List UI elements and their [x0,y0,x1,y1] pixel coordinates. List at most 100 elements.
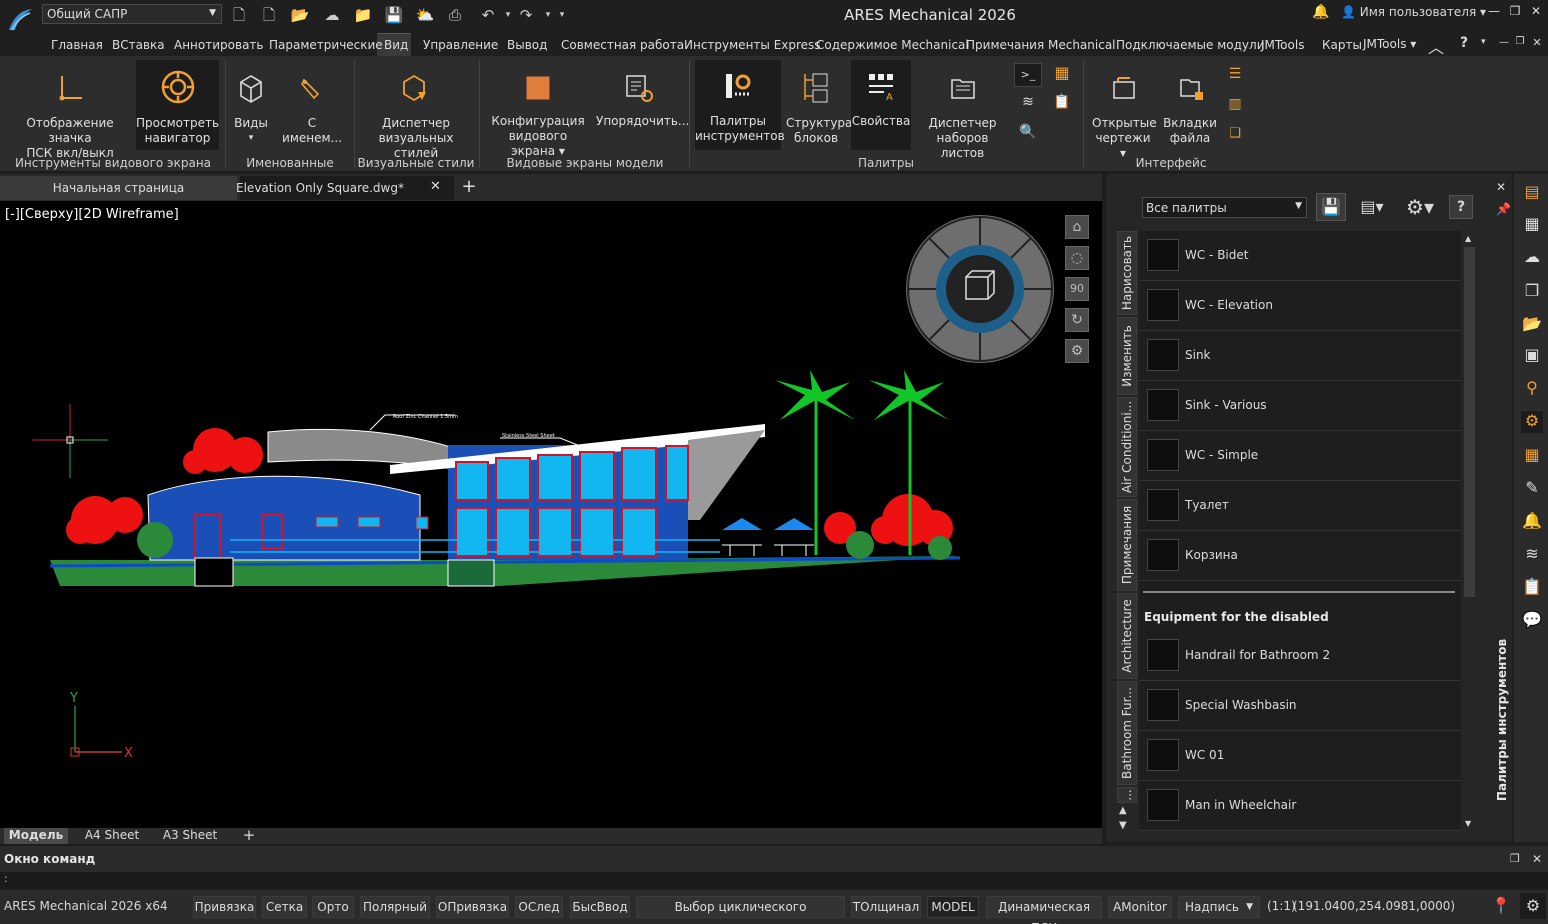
palette-filter-select[interactable]: Все палитры ▼ [1142,197,1307,218]
open-cloud-icon[interactable]: ☁ [322,5,342,25]
orbit-icon[interactable]: ◌ [1065,246,1089,270]
tab-home[interactable]: Главная [51,38,103,52]
palette-item[interactable]: WC - Bidet [1139,231,1461,281]
tab-manage[interactable]: Управление [423,38,498,52]
workspace-select[interactable]: Общий САПР ▼ [42,4,222,24]
grid-toggle[interactable]: Сетка [262,896,307,918]
undo-dropdown-icon[interactable]: ▾ [498,5,518,25]
properties-dock-icon[interactable]: ▤ [1521,182,1543,204]
command-line-icon[interactable]: >_ [1014,63,1042,87]
home-view-icon[interactable]: ⌂ [1065,215,1089,239]
tab-plugins[interactable]: Подключаемые модули [1116,38,1265,52]
pin-palette-icon[interactable]: 📌 [1496,202,1511,216]
ucs-icon-toggle-button[interactable]: Отображение значка ПСК вкл/выкл [6,62,134,160]
cascade-icon[interactable]: ❏ [1226,126,1244,142]
new-tab-button[interactable]: + [456,176,482,200]
save-cloud-icon[interactable]: ⛅ [415,5,435,25]
scroll-up-icon[interactable]: ▲ [1465,234,1471,243]
palette-settings-icon[interactable]: ⚙▾ [1400,193,1440,221]
tool-palettes-button[interactable]: Палитры инструментов [695,60,785,150]
ares-logo-icon[interactable] [6,6,34,34]
command-input[interactable]: : [0,872,1548,888]
palette-tab-bathroom[interactable]: Bathroom Fur... [1117,681,1137,785]
palette-item[interactable]: Туалет [1139,481,1461,531]
close-palette-icon[interactable]: ✕ [1496,180,1506,194]
tab-view[interactable]: Вид [384,38,408,52]
viewport-label[interactable]: [-][Сверху][2D Wireframe] [5,207,179,222]
save-icon[interactable]: 💾 [384,5,404,25]
new-file-icon[interactable]: 🗋 [229,5,249,25]
tab-drawing[interactable]: Elevation Only Square.dwg* [236,176,454,200]
otrack-toggle[interactable]: ОСлед [515,896,563,918]
palette-save-icon[interactable]: 💾 [1316,193,1346,221]
tab-mechanical-annotations[interactable]: Примечания Mechanical [966,38,1116,52]
visual-styles-manager-button[interactable]: Диспетчер визуальных стилей [360,62,472,160]
folder-dock-icon[interactable]: 📂 [1521,314,1543,336]
amonitor-toggle[interactable]: AMonitor [1108,896,1172,918]
customize-status-bar-icon[interactable]: ⚙ [1520,893,1546,919]
new-from-template-icon[interactable]: 🗋 [259,5,279,25]
pin-dock-icon[interactable]: ⚲ [1521,378,1543,400]
view-navigator-button[interactable]: Просмотреть навигатор [136,60,219,150]
minimize-window-button[interactable]: — [1484,4,1504,22]
rotate-icon[interactable]: ↻ [1065,308,1089,332]
palette-item[interactable]: Sink - Various [1139,381,1461,431]
customize-quick-access-icon[interactable]: ▾ [552,5,572,25]
notifications-bell-icon[interactable]: 🔔 [1312,4,1330,22]
jmtools-dropdown[interactable]: JMTools ▾ [1363,37,1416,51]
open-file-icon[interactable]: 📂 [290,5,310,25]
cloud-dock-icon[interactable]: ☁ [1521,247,1543,269]
block-structure-button[interactable]: Структура блоков [786,62,852,150]
redo-icon[interactable]: ↷ [516,5,536,25]
notifications-dock-icon[interactable]: 🔔 [1521,511,1543,533]
palette-item[interactable]: Корзина [1139,531,1461,581]
tile-vertical-icon[interactable]: ▥ [1226,96,1244,112]
palette-help-icon[interactable]: ? [1449,195,1473,219]
tab-collaborate[interactable]: Совместная работа [561,38,684,52]
tile-horizontal-icon[interactable]: ☰ [1226,66,1244,82]
calculator-dock-icon[interactable]: ▦ [1521,445,1543,467]
user-menu[interactable]: 👤 Имя пользователя ▾ [1341,5,1486,19]
palette-item[interactable]: Handrail for Bathroom 2 [1139,631,1461,681]
palette-item[interactable]: WC 01 [1139,731,1461,781]
help-dropdown-icon[interactable]: ▾ [1481,37,1486,47]
properties-button[interactable]: A Свойства [851,60,911,150]
collapse-ribbon-icon[interactable]: ︿ [1428,34,1444,58]
palette-item[interactable]: Special Washbasin [1139,681,1461,731]
palette-item[interactable]: WC - Elevation [1139,281,1461,331]
tab-model[interactable]: Модель [4,828,68,844]
restore-window-button[interactable]: ❐ [1505,4,1525,22]
scroll-tabs-up-icon[interactable]: ▲ [1119,805,1127,816]
command-restore-icon[interactable]: ❐ [1510,852,1520,865]
named-views-button[interactable]: С именем... [278,62,346,150]
block-dock-icon[interactable]: ▦ [1521,214,1543,236]
doc-close-button[interactable]: ✕ [1527,36,1547,54]
add-layout-button[interactable]: + [238,828,260,844]
snap-toggle[interactable]: Привязка [193,896,256,918]
palette-tab-architecture[interactable]: Architecture [1117,593,1137,679]
file-tabs-button[interactable]: Вкладки файла [1160,62,1220,150]
rotate-90-button[interactable]: 90 [1065,277,1089,301]
layers-icon[interactable]: ≋ [1016,94,1040,116]
tab-a4-sheet[interactable]: A4 Sheet [76,828,148,844]
selection-cycling-toggle[interactable]: Выбор циклического переключения [636,896,845,924]
tab-parametric[interactable]: Параметрические [269,38,383,52]
polar-toggle[interactable]: Полярный [360,896,430,918]
tab-jmtools[interactable]: JMTools [1261,38,1304,52]
tab-maps[interactable]: Карты [1322,38,1362,52]
import-icon[interactable]: 📁 [353,5,373,25]
sheet-dock-icon[interactable]: ❐ [1521,281,1543,303]
tab-mechanical-content[interactable]: Содержимое Mechanical [816,38,969,52]
tab-annotate[interactable]: Аннотировать [174,38,263,52]
close-tab-icon[interactable]: ✕ [430,179,441,194]
command-close-icon[interactable]: ✕ [1532,852,1542,866]
clipboard-icon[interactable]: 📋 [1050,94,1074,116]
arrange-button[interactable]: Упорядочить... [596,62,689,150]
help-icon[interactable]: ? [1460,35,1468,51]
palette-tab-more[interactable]: ... [1117,787,1137,803]
navigator-settings-icon[interactable]: ⚙ [1065,339,1089,363]
osnap-toggle[interactable]: ОПривязка [436,896,509,918]
views-button[interactable]: Виды ▾ [230,62,272,150]
undo-icon[interactable]: ↶ [478,5,498,25]
tab-express-tools[interactable]: Инструменты Express [684,38,821,52]
